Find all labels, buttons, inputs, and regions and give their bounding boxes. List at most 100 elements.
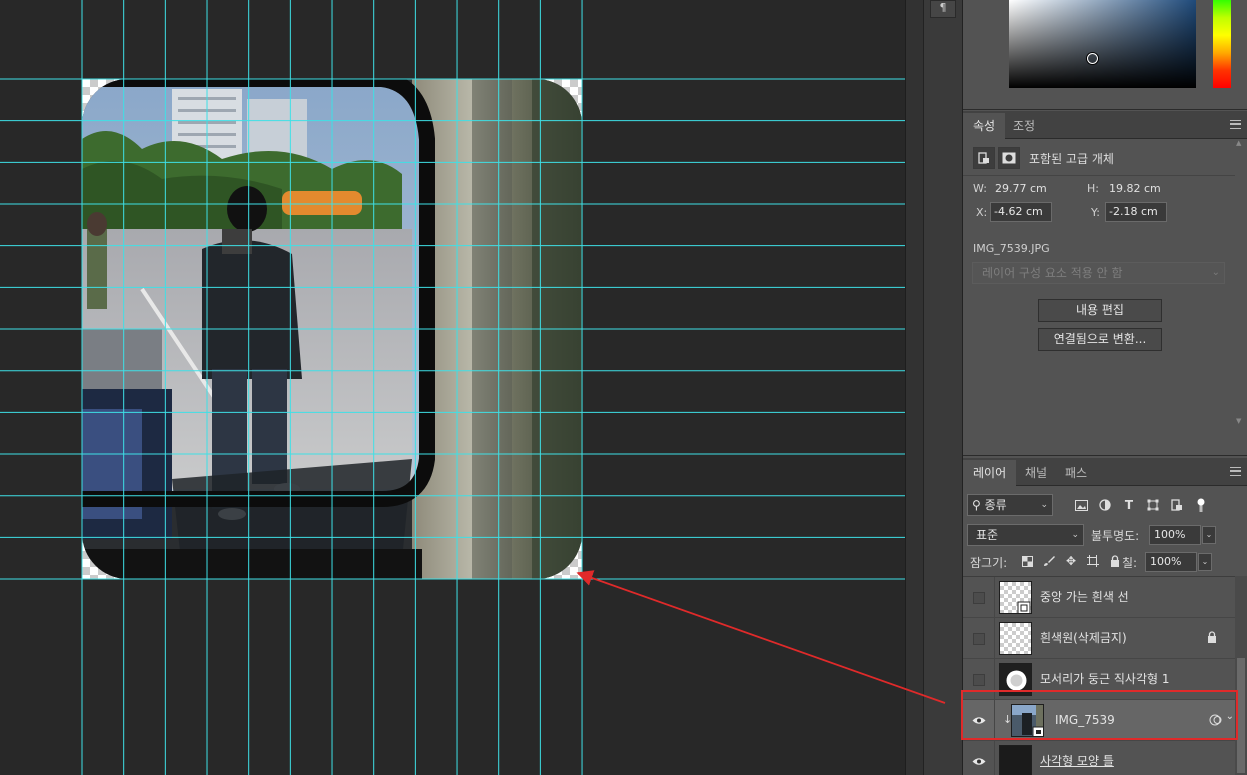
smart-filter-icon[interactable] — [1209, 713, 1223, 730]
layer-row[interactable]: 사각형 모양 틀 — [963, 741, 1235, 775]
right-panels: 속성 조정 포함된 고급 개체 W: 29.77 cm H: 19.82 cm … — [963, 0, 1247, 775]
height-label: H: — [1087, 182, 1099, 195]
lock-position-move-icon[interactable]: ✥ — [1064, 554, 1078, 568]
chevron-down-icon: ⌄ — [1040, 500, 1048, 510]
blend-opacity-row: 표준 ⌄ 불투명도: 100% ⌄ — [967, 524, 1237, 546]
chevron-down-icon: ⌄ — [1071, 530, 1079, 540]
tab-paths[interactable]: 패스 — [1055, 460, 1097, 486]
separator — [963, 175, 1235, 176]
layer-row[interactable]: 모서리가 둥근 직사각형 1 — [963, 659, 1235, 700]
clipped-photo-layer[interactable] — [82, 79, 582, 579]
layer-thumbnail — [999, 745, 1032, 775]
layer-name[interactable]: 사각형 모양 틀 — [1040, 741, 1114, 775]
layer-name[interactable]: 모서리가 둥근 직사각형 1 — [1040, 659, 1169, 700]
layer-thumbnail — [999, 622, 1032, 655]
eye-icon — [972, 758, 985, 765]
layer-name[interactable]: 흰색원(삭제금지) — [1040, 618, 1127, 659]
width-value[interactable]: 29.77 cm — [995, 182, 1047, 195]
opacity-label: 불투명도: — [1091, 529, 1140, 543]
layers-tabbar: 레이어 채널 패스 — [963, 458, 1247, 486]
lock-icons: ✥ — [1020, 554, 1122, 568]
layers-panel: 레이어 채널 패스 ⚲ 종류 ⌄ T 표준 ⌄ 불투명도: 100% ⌄ 잠그기… — [963, 458, 1247, 775]
layer-row[interactable]: 흰색원(삭제금지) — [963, 618, 1235, 659]
layers-scrollbar[interactable] — [1235, 576, 1247, 775]
x-input[interactable]: -4.62 cm — [990, 202, 1052, 222]
visibility-off-icon — [972, 591, 985, 604]
adjustment-layer-filter-icon[interactable] — [1097, 497, 1113, 513]
object-type-label: 포함된 고급 개체 — [1029, 151, 1114, 166]
lock-transparency-icon[interactable] — [1020, 554, 1034, 568]
visibility-toggle[interactable] — [963, 577, 995, 618]
hue-slider[interactable] — [1213, 0, 1231, 88]
opacity-dropdown-icon[interactable]: ⌄ — [1202, 526, 1216, 544]
fill-label: 칠: — [1122, 556, 1138, 570]
properties-tabbar: 속성 조정 — [963, 111, 1247, 139]
panel-menu-icon[interactable] — [1230, 467, 1241, 476]
tab-properties[interactable]: 속성 — [963, 113, 1006, 139]
fill-value: 100% — [1150, 555, 1182, 568]
color-cursor[interactable] — [1087, 53, 1098, 64]
blend-mode-select[interactable]: 표준 ⌄ — [967, 524, 1084, 546]
visibility-toggle[interactable] — [963, 618, 995, 659]
visibility-toggle[interactable] — [963, 700, 995, 741]
linked-file-name: IMG_7539.JPG — [973, 242, 1050, 255]
layer-comp-select[interactable]: 레이어 구성 요소 적용 안 함 ⌄ — [972, 262, 1225, 284]
visibility-off-icon — [972, 632, 985, 645]
visibility-toggle[interactable] — [963, 659, 995, 700]
search-icon: ⚲ — [972, 498, 981, 512]
smart-object-filter-icon[interactable] — [1169, 497, 1185, 513]
fill-dropdown-icon[interactable]: ⌄ — [1198, 553, 1212, 571]
tab-layers[interactable]: 레이어 — [963, 460, 1017, 486]
layer-filter-row: ⚲ 종류 ⌄ T — [967, 494, 1209, 516]
properties-panel: 속성 조정 포함된 고급 개체 W: 29.77 cm H: 19.82 cm … — [963, 111, 1247, 456]
y-input[interactable]: -2.18 cm — [1105, 202, 1167, 222]
fill-input[interactable]: 100% ⌄ — [1145, 552, 1212, 572]
opacity-input[interactable]: 100% ⌄ — [1149, 525, 1216, 545]
lock-row: 잠그기: ✥ 칠: 100% ⌄ — [970, 552, 1240, 572]
layer-thumbnail — [999, 581, 1032, 614]
kind-filter-select[interactable]: ⚲ 종류 ⌄ — [967, 494, 1053, 516]
color-panel — [963, 0, 1247, 110]
document-canvas[interactable] — [82, 79, 582, 579]
chevron-down-icon[interactable]: ⌄ — [1226, 711, 1234, 722]
visibility-toggle[interactable] — [963, 741, 995, 775]
type-layer-filter-icon[interactable]: T — [1121, 497, 1137, 513]
shape-layer-filter-icon[interactable] — [1145, 497, 1161, 513]
layer-thumbnail — [999, 663, 1032, 696]
scroll-thumb[interactable] — [1237, 658, 1245, 773]
tab-adjustments[interactable]: 조정 — [1003, 113, 1045, 139]
x-label: X: — [976, 206, 988, 219]
layer-row-selected[interactable]: ↓ IMG_7539 ⌄ — [963, 700, 1235, 741]
lock-pixels-brush-icon[interactable] — [1042, 554, 1056, 568]
pixel-layer-filter-icon[interactable] — [1073, 497, 1089, 513]
layer-name[interactable]: IMG_7539 — [1055, 700, 1115, 741]
layer-comp-value: 레이어 구성 요소 적용 안 함 — [982, 266, 1123, 280]
lock-label: 잠그기: — [970, 556, 1008, 570]
convert-to-linked-button[interactable]: 연결됨으로 변환... — [1038, 328, 1162, 351]
panel-divider[interactable] — [905, 0, 923, 775]
eye-icon — [972, 717, 985, 724]
blend-mode-value: 표준 — [976, 528, 999, 542]
filter-icons: T — [1073, 497, 1209, 513]
layer-name[interactable]: 중앙 가는 흰색 선 — [1040, 577, 1129, 618]
filter-toggle-icon[interactable] — [1193, 497, 1209, 513]
lock-all-icon[interactable] — [1108, 554, 1122, 568]
color-field[interactable] — [1009, 0, 1196, 88]
paragraph-icon[interactable]: ¶ — [930, 0, 956, 18]
height-value[interactable]: 19.82 cm — [1109, 182, 1161, 195]
edit-contents-button[interactable]: 내용 편집 — [1038, 299, 1162, 322]
lock-artboard-icon[interactable] — [1086, 554, 1100, 568]
canvas-area[interactable] — [0, 0, 905, 775]
tab-channels[interactable]: 채널 — [1015, 460, 1057, 486]
panel-menu-icon[interactable] — [1230, 120, 1241, 129]
chevron-down-icon: ⌄ — [1211, 267, 1220, 278]
opacity-value: 100% — [1154, 528, 1186, 541]
smart-object-icon — [973, 147, 995, 169]
visibility-off-icon — [972, 673, 985, 686]
layer-row[interactable]: 중앙 가는 흰색 선 — [963, 577, 1235, 618]
lock-icon — [1207, 631, 1217, 646]
scroll-down-icon[interactable]: ▼ — [1236, 417, 1241, 425]
kind-filter-value: 종류 — [984, 498, 1007, 512]
properties-scrollbar[interactable]: ▲ ▼ — [1236, 139, 1246, 429]
scroll-up-icon[interactable]: ▲ — [1236, 139, 1241, 147]
